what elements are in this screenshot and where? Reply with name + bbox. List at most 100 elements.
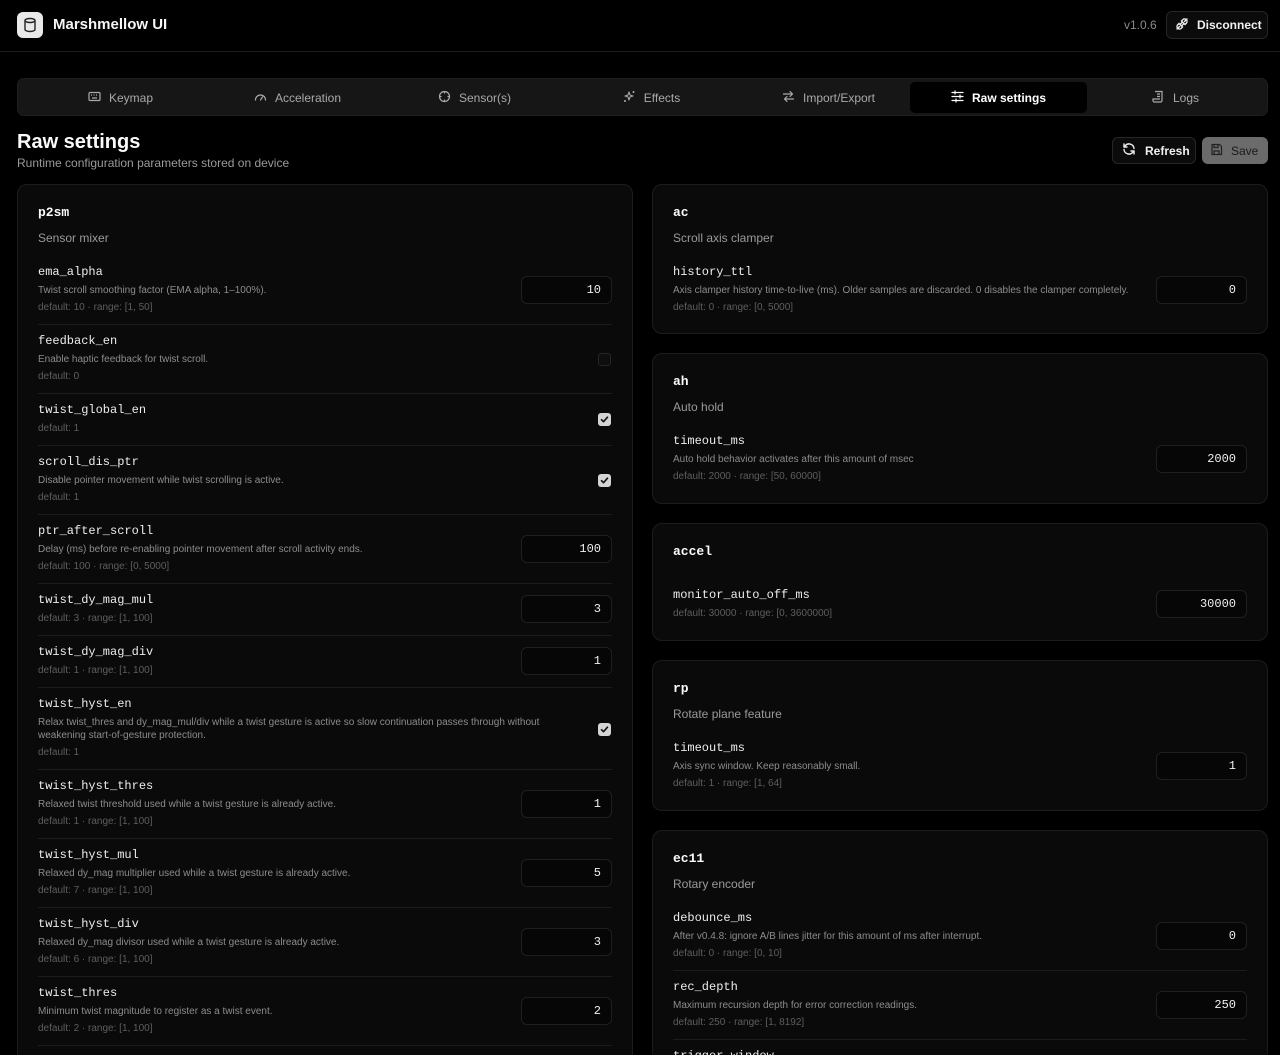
param-default: default: 0 · range: [0, 10] [673, 948, 782, 959]
section-key: ah [673, 374, 689, 389]
value-input[interactable]: 1 [521, 790, 612, 818]
top-bar: Marshmellow UI v1.0.6 Disconnect [0, 0, 1280, 52]
crosshair-icon [438, 90, 451, 106]
settings-card-accel: accel monitor_auto_off_ms default: 30000… [652, 523, 1268, 641]
param-name: monitor_auto_off_ms [673, 588, 810, 602]
save-icon [1210, 143, 1223, 159]
param-default: default: 7 · range: [1, 100] [38, 885, 153, 896]
param-name: trigger_window [673, 1049, 774, 1055]
sliders-icon [951, 89, 964, 106]
tab-acceleration[interactable]: Acceleration [209, 82, 386, 113]
param-row-twist-hyst-thres: twist_hyst_thres Relaxed twist threshold… [38, 770, 612, 839]
param-default: default: 10 · range: [1, 50] [38, 302, 153, 313]
param-help: Axis sync window. Keep reasonably small. [673, 761, 861, 772]
param-default: default: 100 · range: [0, 5000] [38, 561, 170, 572]
param-name: scroll_dis_ptr [38, 455, 139, 469]
section-key: ac [673, 205, 689, 220]
tab-keymap[interactable]: Keymap [32, 82, 209, 113]
disconnect-label: Disconnect [1197, 18, 1262, 32]
disconnect-button[interactable]: Disconnect [1166, 11, 1268, 39]
param-default: default: 1 · range: [1, 100] [38, 816, 153, 827]
settings-card-ac: ac Scroll axis clamper history_ttl Axis … [652, 184, 1268, 334]
param-help: Relaxed twist threshold used while a twi… [38, 799, 336, 810]
param-row-trigger-window: trigger_window [673, 1040, 1247, 1055]
main-tabs: Keymap Acceleration Sensor(s) Effects Im… [17, 78, 1268, 116]
section-description: Rotary encoder [673, 877, 756, 891]
checkbox[interactable] [598, 413, 611, 426]
value-input[interactable]: 5 [521, 859, 612, 887]
check-icon [600, 416, 609, 423]
value-input[interactable]: 100 [521, 535, 612, 563]
tab-sensors[interactable]: Sensor(s) [386, 82, 563, 113]
checkbox[interactable] [598, 474, 611, 487]
save-label: Save [1231, 143, 1259, 158]
value-input[interactable]: 250 [1156, 991, 1247, 1019]
param-name: rec_depth [673, 980, 738, 994]
section-key: ec11 [673, 851, 705, 866]
param-name: twist_hyst_div [38, 917, 139, 931]
value-input[interactable]: 30000 [1156, 590, 1247, 618]
version-label: v1.0.6 [1124, 18, 1157, 32]
param-help: After v0.4.8: ignore A/B lines jitter fo… [673, 931, 983, 942]
value-input[interactable]: 2000 [1156, 445, 1247, 473]
checkbox[interactable] [598, 353, 611, 366]
tab-raw-settings[interactable]: Raw settings [910, 82, 1087, 113]
section-description: Auto hold [673, 400, 724, 414]
param-name: timeout_ms [673, 741, 746, 755]
param-row-timeout-ms: timeout_ms Auto hold behavior activates … [673, 425, 1247, 494]
param-name: history_ttl [673, 265, 753, 279]
param-row-rec-depth: rec_depth Maximum recursion depth for er… [673, 971, 1247, 1040]
param-help: Twist scroll smoothing factor (EMA alpha… [38, 285, 267, 296]
param-default: default: 30000 · range: [0, 3600000] [673, 608, 833, 619]
refresh-icon [1122, 142, 1136, 159]
check-icon [600, 477, 609, 484]
param-default: default: 1 · range: [1, 100] [38, 665, 153, 676]
param-default: default: 0 · range: [0, 5000] [673, 302, 794, 313]
value-input[interactable]: 10 [521, 276, 612, 304]
param-default: default: 2 · range: [1, 100] [38, 1023, 153, 1034]
value-input[interactable]: 3 [521, 928, 612, 956]
settings-card-p2sm: p2sm Sensor mixer ema_alpha Twist scroll… [17, 184, 633, 1055]
value-input[interactable]: 1 [1156, 752, 1247, 780]
section-description: Sensor mixer [38, 231, 109, 245]
section-description: Scroll axis clamper [673, 231, 774, 245]
param-help: Relaxed dy_mag multiplier used while a t… [38, 868, 351, 879]
param-help: Delay (ms) before re-enabling pointer mo… [38, 544, 363, 555]
tab-import-export[interactable]: Import/Export [740, 82, 917, 113]
refresh-button[interactable]: Refresh [1112, 137, 1196, 164]
param-default: default: 1 [38, 747, 80, 758]
refresh-label: Refresh [1145, 143, 1190, 158]
save-button[interactable]: Save [1202, 137, 1268, 164]
param-row-twist-dy-mag-div: twist_dy_mag_div default: 1 · range: [1,… [38, 636, 612, 688]
param-row-ptr-after-scroll: ptr_after_scroll Delay (ms) before re-en… [38, 515, 612, 584]
app-logo-icon [17, 12, 43, 38]
value-input[interactable]: 1 [521, 647, 612, 675]
param-name: twist_global_en [38, 403, 147, 417]
param-default: default: 1 · range: [1, 64] [673, 778, 782, 789]
param-name: timeout_ms [673, 434, 746, 448]
param-row-twist-dy-mag-mul: twist_dy_mag_mul default: 3 · range: [1,… [38, 584, 612, 636]
tab-logs[interactable]: Logs [1087, 82, 1264, 113]
param-row-monitor-auto-off-ms: monitor_auto_off_ms default: 30000 · ran… [673, 579, 1247, 634]
param-default: default: 3 · range: [1, 100] [38, 613, 153, 624]
param-name: ema_alpha [38, 265, 103, 279]
value-input[interactable]: 3 [521, 595, 612, 623]
param-name: twist_hyst_mul [38, 848, 139, 862]
param-row-twist-hyst-en: twist_hyst_en Relax twist_thres and dy_m… [38, 688, 612, 770]
section-key: p2sm [38, 205, 70, 220]
value-input[interactable]: 2 [521, 997, 612, 1025]
param-help: Relaxed dy_mag divisor used while a twis… [38, 937, 340, 948]
value-input[interactable]: 0 [1156, 922, 1247, 950]
param-row-twist-thres: twist_thres Minimum twist magnitude to r… [38, 977, 612, 1046]
param-help: Auto hold behavior activates after this … [673, 454, 914, 465]
app-title: Marshmellow UI [53, 16, 168, 33]
tab-effects[interactable]: Effects [563, 82, 740, 113]
settings-card-ah: ah Auto hold timeout_ms Auto hold behavi… [652, 353, 1268, 504]
param-help: Maximum recursion depth for error correc… [673, 1000, 917, 1011]
value-input[interactable]: 0 [1156, 276, 1247, 304]
param-row-debounce-ms: debounce_ms After v0.4.8: ignore A/B lin… [673, 902, 1247, 971]
settings-card-ec11: ec11 Rotary encoder debounce_ms After v0… [652, 830, 1268, 1055]
settings-card-rp: rp Rotate plane feature timeout_ms Axis … [652, 660, 1268, 811]
param-name: twist_hyst_en [38, 697, 132, 711]
checkbox[interactable] [598, 723, 611, 736]
